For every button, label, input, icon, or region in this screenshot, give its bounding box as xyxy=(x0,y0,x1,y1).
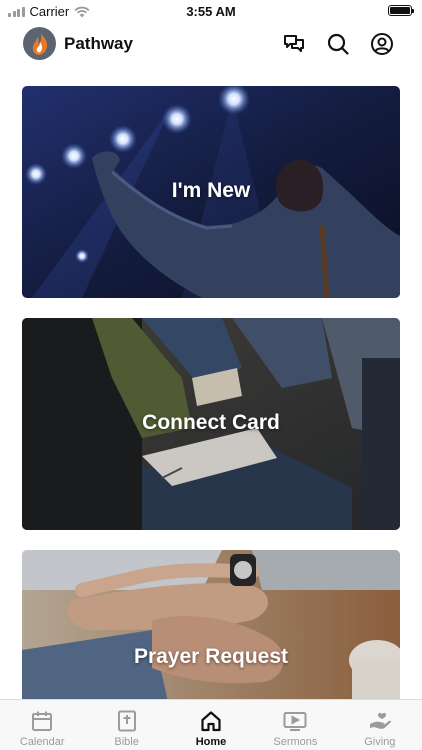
status-bar: Carrier 3:55 AM xyxy=(0,0,422,22)
app-logo[interactable] xyxy=(23,27,56,60)
tab-bible-label: Bible xyxy=(114,736,139,748)
tab-home-label: Home xyxy=(195,736,227,748)
card-prayer-request-label: Prayer Request xyxy=(133,645,289,668)
tab-home[interactable]: Home xyxy=(169,700,253,750)
status-time: 3:55 AM xyxy=(186,4,236,19)
app-header: Pathway xyxy=(0,22,422,66)
card-connect-card-label: Connect Card xyxy=(142,411,280,434)
tab-bar: Calendar Bible Home Sermons Giving xyxy=(0,699,422,750)
card-connect-card[interactable]: Connect Card xyxy=(22,318,400,530)
card-im-new-label: I'm New xyxy=(171,179,251,202)
profile-icon xyxy=(371,33,393,55)
profile-button[interactable] xyxy=(369,31,395,57)
tab-giving-label: Giving xyxy=(364,736,396,748)
tab-sermons-label: Sermons xyxy=(273,736,318,748)
calendar-icon xyxy=(32,711,53,731)
tab-giving[interactable]: Giving xyxy=(338,700,422,750)
messages-button[interactable] xyxy=(281,31,307,57)
battery-icon xyxy=(388,5,414,16)
chat-icon xyxy=(284,35,304,52)
tab-bible[interactable]: Bible xyxy=(84,700,168,750)
bible-icon xyxy=(117,710,136,732)
giving-icon xyxy=(369,712,391,729)
tab-calendar-label: Calendar xyxy=(19,736,65,748)
app-title: Pathway xyxy=(64,34,133,53)
home-icon xyxy=(201,711,221,732)
tab-sermons[interactable]: Sermons xyxy=(253,700,337,750)
flame-logo-icon xyxy=(32,32,47,55)
search-icon xyxy=(327,33,349,55)
sermons-icon xyxy=(283,712,307,731)
tab-calendar[interactable]: Calendar xyxy=(0,700,84,750)
card-im-new[interactable]: I'm New xyxy=(22,86,400,298)
search-button[interactable] xyxy=(325,31,351,57)
